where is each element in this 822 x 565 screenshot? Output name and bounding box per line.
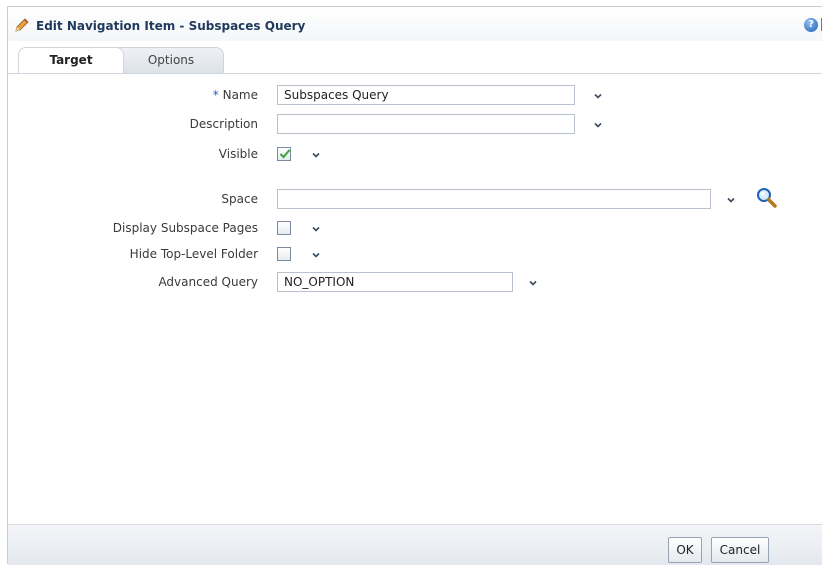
tab-bar: Options Target [18,47,318,73]
edit-navigation-item-dialog: Edit Navigation Item - Subspaces Query ?… [7,6,822,565]
advanced-query-field[interactable] [277,272,513,292]
required-indicator: * [212,88,219,102]
chevron-down-icon[interactable] [593,91,603,101]
hide-top-level-folder-label: Hide Top-Level Folder [129,247,258,261]
chevron-down-icon[interactable] [593,120,603,130]
visible-label: Visible [218,147,258,161]
name-label: * Name [8,84,258,106]
dialog-footer: OK Cancel [8,524,822,565]
tab-target[interactable]: Target [18,47,124,73]
name-label-text: Name [222,88,258,102]
space-field[interactable] [277,189,711,209]
description-label: Description [189,117,258,131]
dialog-title: Edit Navigation Item - Subspaces Query [36,19,306,33]
chevron-down-icon[interactable] [528,278,538,288]
display-subspace-pages-checkbox[interactable] [277,221,291,235]
target-tab-panel: * Name Description Visible [8,73,822,525]
visible-checkbox[interactable] [277,147,291,161]
pencil-icon [14,17,30,33]
dialog-titlebar: Edit Navigation Item - Subspaces Query ?… [8,7,822,41]
hide-top-level-folder-checkbox[interactable] [277,247,291,261]
advanced-query-label: Advanced Query [158,275,258,289]
chevron-down-icon[interactable] [311,150,321,160]
chevron-down-icon[interactable] [311,250,321,260]
checkmark-icon [279,149,291,159]
tab-options-label: Options [147,53,195,67]
cancel-button[interactable]: Cancel [711,537,769,563]
ok-button[interactable]: OK [668,537,702,563]
magnifier-icon[interactable] [756,187,778,209]
name-field[interactable] [277,85,575,105]
space-label: Space [221,192,258,206]
chevron-down-icon[interactable] [726,195,736,205]
chevron-down-icon[interactable] [311,224,321,234]
tab-target-label: Target [49,53,93,67]
display-subspace-pages-label: Display Subspace Pages [112,221,258,235]
tab-options[interactable]: Options [118,47,224,73]
help-icon[interactable]: ? [804,18,818,32]
description-field[interactable] [277,114,575,134]
